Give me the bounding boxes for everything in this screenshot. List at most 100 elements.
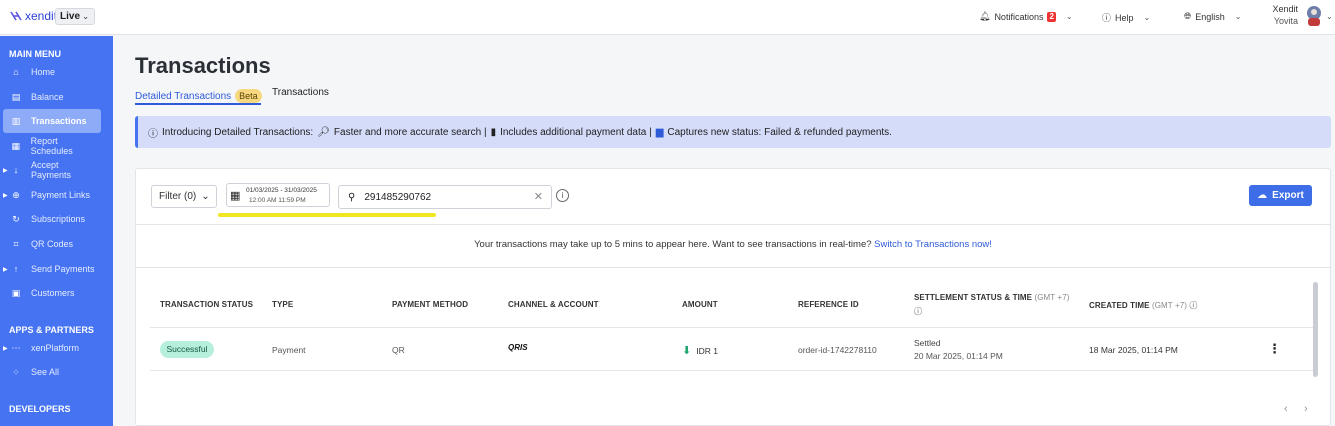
chevron-down-icon: ⌄: [1234, 12, 1242, 21]
col-header-settlement: SETTLEMENT STATUS & TIME (GMT +7) ⓘ: [914, 293, 1070, 317]
subscriptions-icon: ↻: [12, 213, 20, 224]
chevron-down-icon: ⌄: [1065, 12, 1073, 21]
chevron-left-icon[interactable]: ‹: [1284, 403, 1288, 415]
col-header-created-label: CREATED TIME: [1089, 301, 1150, 310]
page-title: Transactions: [135, 53, 271, 78]
search-icon: ⚲: [348, 191, 356, 203]
col-header-reference: REFERENCE ID: [798, 300, 859, 309]
avatar[interactable]: [1304, 4, 1324, 26]
language-label: English: [1195, 11, 1225, 22]
sidebar-item-send-payments[interactable]: ▶ ↑ Send Payments: [3, 257, 101, 281]
phone-icon: ▮: [490, 126, 497, 138]
col-header-channel: CHANNEL & ACCOUNT: [508, 300, 599, 309]
sidebar-item-label: Subscriptions: [31, 214, 86, 224]
export-label: Export: [1272, 190, 1304, 201]
balance-icon: ▤: [11, 91, 21, 102]
status-badge: Successful: [160, 341, 214, 358]
cell-created-time: 18 Mar 2025, 01:14 PM: [1089, 345, 1178, 355]
realtime-notice: Your transactions may take up to 5 mins …: [136, 239, 1330, 250]
cell-reference-id: order-id-1742278110: [798, 345, 877, 355]
calendar-icon: ▦: [230, 190, 241, 202]
sidebar-item-xenplatform[interactable]: ▶ ⋯ xenPlatform: [3, 336, 101, 360]
export-button[interactable]: ☁ Export: [1249, 185, 1312, 206]
arrow-down-icon: ⬇: [682, 345, 692, 357]
customers-icon: ▣: [11, 287, 21, 298]
qris-logo: QRIS: [508, 343, 528, 352]
user-menu[interactable]: Xendit Yovita: [1268, 4, 1298, 26]
cell-settlement-time: 20 Mar 2025, 01:14 PM: [914, 351, 1003, 361]
banner-item-3: Captures new status: Failed & refunded p…: [667, 126, 892, 138]
new-icon: ▆: [655, 126, 664, 138]
sidebar-item-payment-links[interactable]: ▶ ⊕ Payment Links: [3, 183, 101, 207]
row-divider: [150, 370, 1314, 371]
chevron-right-icon[interactable]: ›: [1304, 403, 1308, 415]
switch-to-transactions-link[interactable]: Switch to Transactions now!: [874, 239, 992, 250]
sidebar-item-accept-payments[interactable]: ▶ ↓ Accept Payments: [3, 158, 101, 182]
sidebar-item-customers[interactable]: ▣ Customers: [3, 281, 101, 305]
sidebar-item-balance[interactable]: ▤ Balance: [3, 85, 101, 109]
divider: [136, 267, 1330, 268]
sidebar-item-transactions[interactable]: ▥ Transactions: [3, 109, 101, 133]
sidebar-section-main-menu: MAIN MENU: [9, 49, 61, 59]
divider: [136, 224, 1330, 225]
top-bar: xendit Live ⌄ 🔔︎ Notifications 2 ⌄ ⓘ Hel…: [0, 0, 1335, 35]
highlight-underline: [218, 213, 436, 217]
tab-detailed-transactions[interactable]: Detailed Transactions Beta: [135, 89, 262, 103]
date-range-picker[interactable]: ▦ 01/03/2025 - 31/03/2025 12:00 AM 11:59…: [226, 183, 330, 207]
cell-amount: ⬇ IDR 1: [682, 344, 718, 357]
cell-payment-method: QR: [392, 345, 405, 355]
chevron-down-icon: ⌄: [201, 191, 210, 202]
sidebar-section-developers: DEVELOPERS: [9, 404, 71, 414]
info-icon: ⓘ: [148, 128, 158, 140]
col-header-type: TYPE: [272, 300, 294, 309]
amount-value: IDR 1: [696, 345, 718, 356]
sidebar-item-see-all[interactable]: ⁘ See All: [3, 360, 101, 384]
accept-payments-icon: ↓: [13, 165, 19, 175]
user-name: Yovita: [1273, 16, 1298, 26]
banner-intro: Introducing Detailed Transactions:: [162, 126, 314, 138]
info-icon[interactable]: ⓘ: [1189, 301, 1197, 310]
xendit-logo[interactable]: xendit: [10, 9, 57, 23]
table-scrollbar[interactable]: [1313, 282, 1318, 377]
search-input[interactable]: ⚲ 291485290762 ✕: [338, 185, 552, 209]
sidebar-item-qr-codes[interactable]: ⌗ QR Codes: [3, 232, 101, 256]
environment-value: Live: [60, 11, 81, 22]
tab-transactions[interactable]: Transactions: [272, 87, 329, 98]
more-actions-icon[interactable]: ⋮: [1268, 341, 1281, 357]
environment-select[interactable]: Live ⌄: [55, 8, 95, 25]
home-icon: ⌂: [13, 67, 19, 77]
info-icon[interactable]: ⓘ: [914, 306, 1070, 317]
col-header-status: TRANSACTION STATUS: [160, 300, 254, 309]
search-value: 291485290762: [364, 191, 432, 203]
clear-icon[interactable]: ✕: [534, 190, 543, 203]
sidebar-item-label: Report Schedules: [30, 136, 73, 156]
sidebar-item-report-schedules[interactable]: ▦ Report Schedules: [3, 134, 101, 158]
date-range-times: 12:00 AM 11:59 PM: [249, 197, 306, 204]
payment-links-icon: ⊕: [12, 189, 20, 200]
sidebar-item-label: Balance: [31, 92, 64, 102]
col-header-created-tz: (GMT +7): [1151, 301, 1188, 310]
notifications-count-badge: 2: [1047, 11, 1056, 22]
language-menu[interactable]: 🌐︎ English ⌄: [1184, 11, 1241, 22]
sidebar-item-label: QR Codes: [31, 239, 74, 249]
sidebar-section-apps: APPS & PARTNERS: [9, 325, 94, 335]
chevron-down-icon[interactable]: ⌄: [1326, 12, 1333, 21]
notifications-label: Notifications: [994, 11, 1044, 22]
transactions-card: Filter (0) ⌄ ▦ 01/03/2025 - 31/03/2025 1…: [135, 168, 1331, 426]
filter-button[interactable]: Filter (0) ⌄: [151, 185, 217, 208]
date-range-dates: 01/03/2025 - 31/03/2025: [246, 187, 317, 194]
col-header-amount: AMOUNT: [682, 300, 718, 309]
sidebar-item-label: Home: [31, 67, 56, 77]
info-icon[interactable]: i: [556, 189, 569, 202]
sidebar-item-home[interactable]: ⌂ Home: [3, 60, 101, 84]
help-menu[interactable]: ⓘ Help ⌄: [1102, 11, 1150, 24]
xenplatform-icon: ⋯: [11, 342, 21, 353]
col-header-created: CREATED TIME (GMT +7) ⓘ: [1089, 300, 1197, 311]
globe-icon: 🌐︎: [1184, 11, 1192, 21]
notifications-menu[interactable]: 🔔︎ Notifications 2 ⌄: [979, 11, 1073, 22]
brand-name: xendit: [25, 9, 58, 23]
sidebar-item-subscriptions[interactable]: ↻ Subscriptions: [3, 207, 101, 231]
bell-icon: 🔔︎: [979, 11, 991, 21]
sidebar: MAIN MENU ⌂ Home ▤ Balance ▥ Transaction…: [0, 36, 113, 426]
info-banner: ⓘ Introducing Detailed Transactions: 🔎︎ …: [135, 116, 1331, 148]
